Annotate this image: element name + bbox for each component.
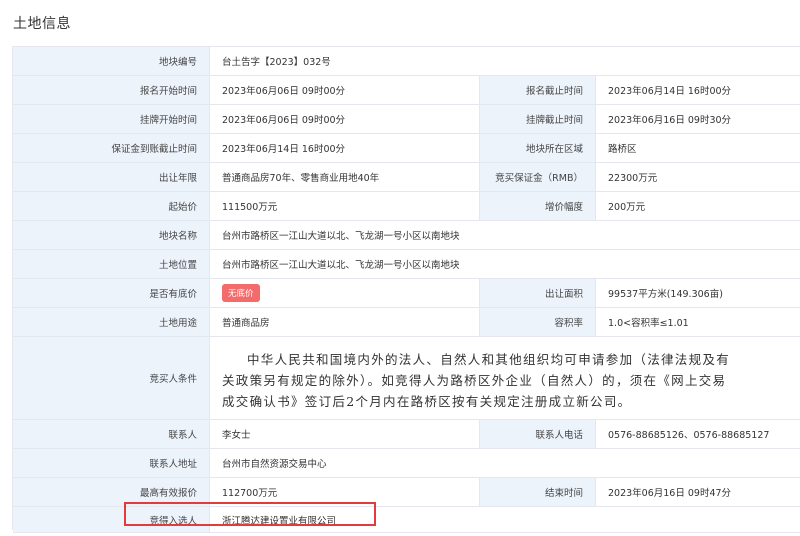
label-plot-ratio: 容积率	[479, 308, 595, 336]
value-contact: 李女士	[209, 420, 479, 448]
value-land-name: 台州市路桥区一江山大道以北、飞龙湖一号小区以南地块	[209, 221, 800, 249]
label-registration-start: 报名开始时间	[13, 76, 209, 104]
label-lease-term: 出让年限	[13, 163, 209, 191]
value-bid-deposit: 22300万元	[595, 163, 800, 191]
conditions-line-2: 关政策另有规定的除外）。如竞得人为路桥区外企业（自然人）的，须在《网上交易	[222, 373, 727, 388]
conditions-line-3: 成交确认书》签订后2个月内在路桥区按有关规定注册成立新公司。	[222, 394, 632, 409]
label-land-code: 地块编号	[13, 47, 209, 75]
value-lease-term: 普通商品房70年、零售商业用地40年	[209, 163, 479, 191]
conditions-line-1: 中华人民共和国境内外的法人、自然人和其他组织均可申请参加（法律法规及有	[247, 352, 731, 367]
row-highest-bid: 最高有效报价 112700万元 结束时间 2023年06月16日 09时47分	[13, 478, 800, 507]
row-bidder-conditions: 竞买人条件 中华人民共和国境内外的法人、自然人和其他组织均可申请参加（法律法规及…	[13, 337, 800, 420]
section-title: 土地信息	[13, 16, 71, 32]
land-info-table: 地块编号 台土告字【2023】032号 报名开始时间 2023年06月06日 0…	[12, 46, 800, 533]
label-land-use: 土地用途	[13, 308, 209, 336]
no-reserve-badge: 无底价	[222, 284, 260, 302]
value-start-price: 111500万元	[209, 192, 479, 220]
value-contact-phone: 0576-88685126、0576-88685127	[595, 420, 800, 448]
row-price: 起始价 111500万元 增价幅度 200万元	[13, 192, 800, 221]
label-contact: 联系人	[13, 420, 209, 448]
label-start-price: 起始价	[13, 192, 209, 220]
label-listing-start: 挂牌开始时间	[13, 105, 209, 133]
value-increment: 200万元	[595, 192, 800, 220]
value-area: 99537平方米(149.306亩)	[595, 279, 800, 307]
label-listing-end: 挂牌截止时间	[479, 105, 595, 133]
value-land-code: 台土告字【2023】032号	[209, 47, 800, 75]
label-reserve-price: 是否有底价	[13, 279, 209, 307]
label-land-name: 地块名称	[13, 221, 209, 249]
value-listing-start: 2023年06月06日 09时00分	[209, 105, 479, 133]
row-contact-address: 联系人地址 台州市自然资源交易中心	[13, 449, 800, 478]
label-bidder-conditions: 竞买人条件	[13, 337, 209, 419]
row-deposit-deadline: 保证金到账截止时间 2023年06月14日 16时00分 地块所在区域 路桥区	[13, 134, 800, 163]
label-contact-address: 联系人地址	[13, 449, 209, 477]
row-land-code: 地块编号 台土告字【2023】032号	[13, 47, 800, 76]
label-bid-deposit: 竞买保证金（RMB）	[479, 163, 595, 191]
label-end-time: 结束时间	[479, 478, 595, 506]
label-registration-end: 报名截止时间	[479, 76, 595, 104]
value-winner: 浙江腾达建设置业有限公司	[209, 507, 800, 532]
row-winner: 竞得入选人 浙江腾达建设置业有限公司	[13, 507, 800, 533]
label-land-location: 土地位置	[13, 250, 209, 278]
label-increment: 增价幅度	[479, 192, 595, 220]
value-contact-address: 台州市自然资源交易中心	[209, 449, 800, 477]
value-plot-ratio: 1.0<容积率≤1.01	[595, 308, 800, 336]
value-registration-end: 2023年06月14日 16时00分	[595, 76, 800, 104]
row-listing-time: 挂牌开始时间 2023年06月06日 09时00分 挂牌截止时间 2023年06…	[13, 105, 800, 134]
value-deposit-deadline: 2023年06月14日 16时00分	[209, 134, 479, 162]
value-reserve-price: 无底价	[209, 279, 479, 307]
row-land-name: 地块名称 台州市路桥区一江山大道以北、飞龙湖一号小区以南地块	[13, 221, 800, 250]
label-deposit-deadline: 保证金到账截止时间	[13, 134, 209, 162]
label-district: 地块所在区域	[479, 134, 595, 162]
label-highest-bid: 最高有效报价	[13, 478, 209, 506]
row-land-location: 土地位置 台州市路桥区一江山大道以北、飞龙湖一号小区以南地块	[13, 250, 800, 279]
label-contact-phone: 联系人电话	[479, 420, 595, 448]
value-district: 路桥区	[595, 134, 800, 162]
value-highest-bid: 112700万元	[209, 478, 479, 506]
value-land-location: 台州市路桥区一江山大道以北、飞龙湖一号小区以南地块	[209, 250, 800, 278]
row-term-deposit: 出让年限 普通商品房70年、零售商业用地40年 竞买保证金（RMB） 22300…	[13, 163, 800, 192]
value-land-use: 普通商品房	[209, 308, 479, 336]
value-listing-end: 2023年06月16日 09时30分	[595, 105, 800, 133]
row-registration-time: 报名开始时间 2023年06月06日 09时00分 报名截止时间 2023年06…	[13, 76, 800, 105]
row-usage: 土地用途 普通商品房 容积率 1.0<容积率≤1.01	[13, 308, 800, 337]
row-reserve-area: 是否有底价 无底价 出让面积 99537平方米(149.306亩)	[13, 279, 800, 308]
value-registration-start: 2023年06月06日 09时00分	[209, 76, 479, 104]
label-winner: 竞得入选人	[13, 507, 209, 532]
value-bidder-conditions: 中华人民共和国境内外的法人、自然人和其他组织均可申请参加（法律法规及有 关政策另…	[209, 337, 800, 419]
value-end-time: 2023年06月16日 09时47分	[595, 478, 800, 506]
label-area: 出让面积	[479, 279, 595, 307]
row-contact: 联系人 李女士 联系人电话 0576-88685126、0576-8868512…	[13, 420, 800, 449]
